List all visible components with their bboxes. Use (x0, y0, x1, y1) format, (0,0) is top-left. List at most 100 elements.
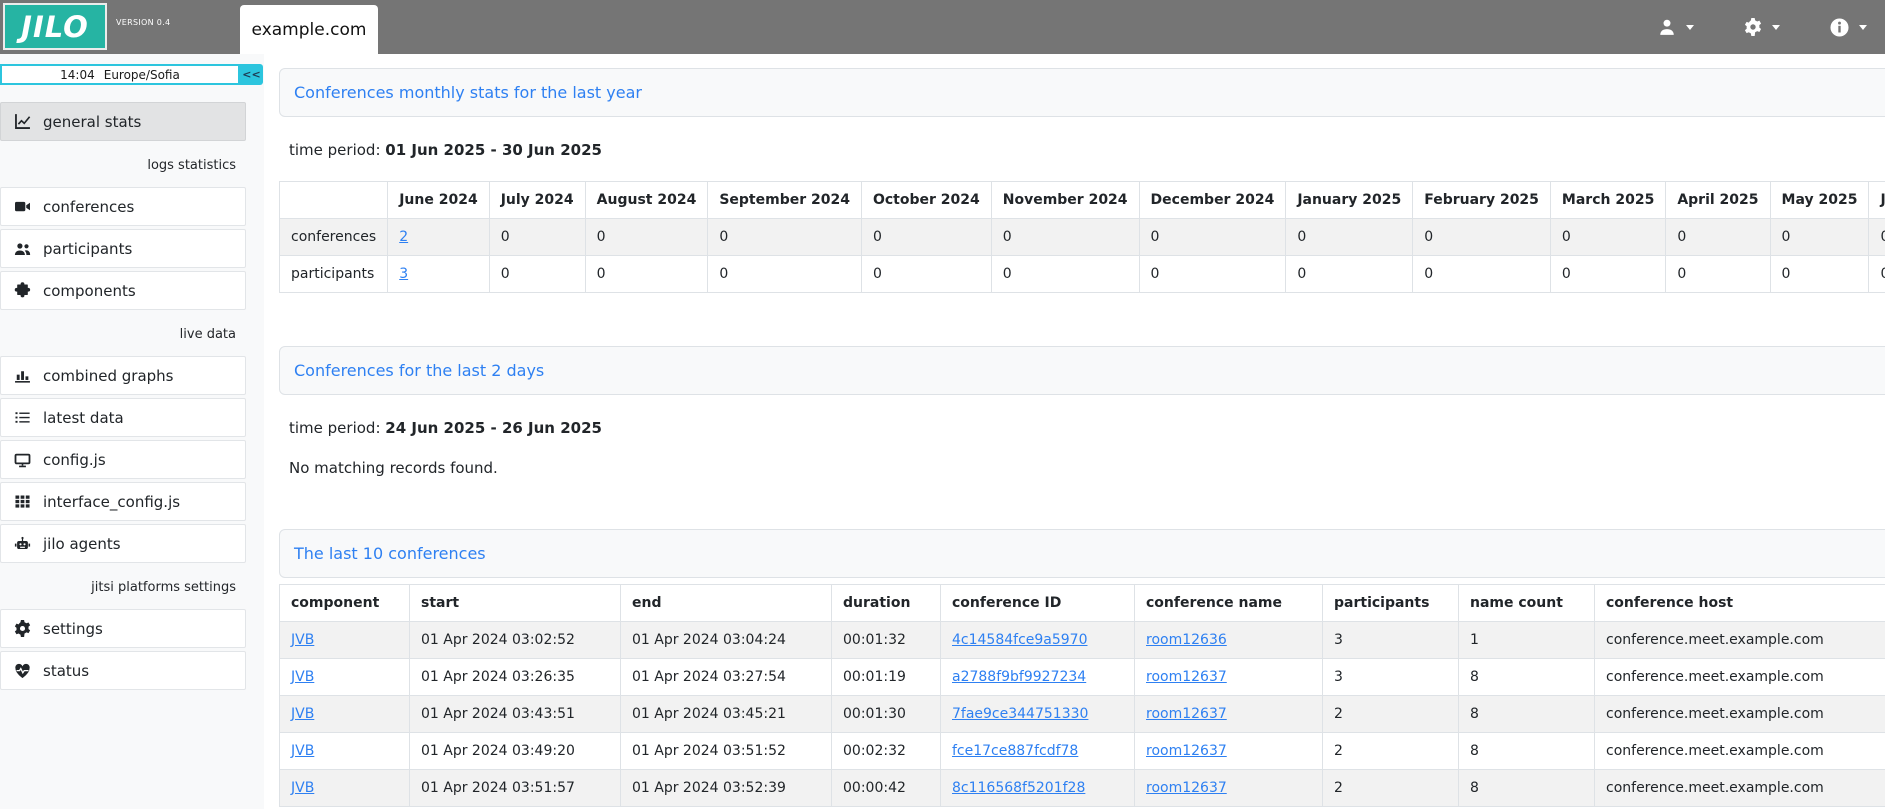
table-cell: 01 Apr 2024 03:02:52 (410, 622, 621, 659)
clock-time: 14:04 (60, 68, 95, 82)
monthly-stats-title[interactable]: Conferences monthly stats for the last y… (294, 83, 642, 102)
table-cell: room12637 (1135, 733, 1323, 770)
table-cell-link[interactable]: room12637 (1146, 743, 1227, 759)
sidebar-section-label: logs statistics (0, 144, 246, 187)
sidebar-item-label: settings (43, 620, 103, 638)
table-cell: 0 (1139, 256, 1286, 293)
table-cell: room12637 (1135, 696, 1323, 733)
sidebar-item-settings[interactable]: settings (0, 609, 246, 648)
table-cell: 01 Apr 2024 03:52:39 (621, 770, 832, 807)
table-cell-link[interactable]: 3 (399, 266, 408, 282)
table-cell-link[interactable]: JVB (291, 780, 314, 796)
table-cell-link[interactable]: 2 (399, 229, 408, 245)
table-cell: 0 (1770, 256, 1869, 293)
table-cell-link[interactable]: fce17ce887fcdf78 (952, 743, 1078, 759)
table-cell-link[interactable]: room12636 (1146, 632, 1227, 648)
table-cell-link[interactable]: JVB (291, 743, 314, 759)
table-cell-link[interactable]: JVB (291, 669, 314, 685)
table-cell-link[interactable]: room12637 (1146, 669, 1227, 685)
sidebar-item-components[interactable]: components (0, 271, 246, 310)
table-cell-link[interactable]: JVB (291, 706, 314, 722)
table-cell: 00:01:19 (832, 659, 941, 696)
sidebar-item-label: combined graphs (43, 367, 173, 385)
table-cell: 0 (1666, 219, 1770, 256)
info-menu[interactable] (1830, 18, 1867, 37)
table-cell: room12637 (1135, 659, 1323, 696)
column-header: name count (1459, 585, 1595, 622)
sidebar-item-participants[interactable]: participants (0, 229, 246, 268)
sidebar-item-jilo-agents[interactable]: jilo agents (0, 524, 246, 563)
table-cell-link[interactable]: JVB (291, 632, 314, 648)
recent-time-period: time period: 24 Jun 2025 - 26 Jun 2025 (289, 419, 1885, 437)
sidebar-item-status[interactable]: status (0, 651, 246, 690)
table-cell: conference.meet.example.com (1595, 733, 1885, 770)
table-header-row: componentstartenddurationconference IDco… (280, 585, 1885, 622)
column-header: January 2025 (1286, 182, 1413, 219)
column-header: end (621, 585, 832, 622)
sidebar-item-config-js[interactable]: config.js (0, 440, 246, 479)
table-cell-link[interactable]: 8c116568f5201f28 (952, 780, 1085, 796)
column-header: May 2025 (1770, 182, 1869, 219)
table-cell: 0 (1139, 219, 1286, 256)
last10-card-header: The last 10 conferences (279, 529, 1885, 578)
column-header: April 2025 (1666, 182, 1770, 219)
platform-tab[interactable]: example.com (240, 5, 378, 54)
sidebar-item-label: components (43, 282, 136, 300)
column-header: conference host (1595, 585, 1885, 622)
table-cell: JVB (280, 696, 410, 733)
grid-icon (14, 493, 31, 510)
table-cell: 2 (388, 219, 489, 256)
sidebar-item-combined-graphs[interactable]: combined graphs (0, 356, 246, 395)
recent-conferences-card-header: Conferences for the last 2 days (279, 346, 1885, 395)
clock-display: 14:04 Europe/Sofia (0, 64, 240, 85)
recent-conferences-title[interactable]: Conferences for the last 2 days (294, 361, 544, 380)
sidebar-item-label: conferences (43, 198, 134, 216)
table-cell: 0 (708, 219, 862, 256)
last10-title[interactable]: The last 10 conferences (294, 544, 486, 563)
sidebar-item-conferences[interactable]: conferences (0, 187, 246, 226)
sidebar-section-label: live data (0, 313, 246, 356)
sidebar-item-interface-config-js[interactable]: interface_config.js (0, 482, 246, 521)
table-cell-link[interactable]: 7fae9ce344751330 (952, 706, 1088, 722)
sidebar-item-general-stats[interactable]: general stats (0, 102, 246, 141)
sidebar-item-latest-data[interactable]: latest data (0, 398, 246, 437)
table-cell: 0 (1286, 219, 1413, 256)
table-cell: conferences (280, 219, 388, 256)
topbar: JILO VERSION 0.4 example.com (0, 0, 1885, 54)
table-cell: 0 (489, 219, 585, 256)
monthly-time-period: time period: 01 Jun 2025 - 30 Jun 2025 (289, 141, 1885, 159)
table-cell: conference.meet.example.com (1595, 659, 1885, 696)
table-cell: 00:01:32 (832, 622, 941, 659)
table-cell: conference.meet.example.com (1595, 696, 1885, 733)
table-cell-link[interactable]: room12637 (1146, 780, 1227, 796)
table-cell-link[interactable]: 4c14584fce9a5970 (952, 632, 1088, 648)
table-row: JVB01 Apr 2024 03:02:5201 Apr 2024 03:04… (280, 622, 1885, 659)
caret-down-icon (1859, 25, 1867, 30)
caret-down-icon (1686, 25, 1694, 30)
heart-pulse-icon (14, 662, 31, 679)
table-cell: JVB (280, 733, 410, 770)
gear-icon (14, 620, 31, 637)
column-header: October 2024 (861, 182, 991, 219)
table-row: JVB01 Apr 2024 03:51:5701 Apr 2024 03:52… (280, 770, 1885, 807)
info-icon (1830, 18, 1849, 37)
table-cell: 0 (708, 256, 862, 293)
column-header: start (410, 585, 621, 622)
table-cell: 7fae9ce344751330 (941, 696, 1135, 733)
table-cell: 0 (1666, 256, 1770, 293)
table-cell: JVB (280, 659, 410, 696)
last10-table: componentstartenddurationconference IDco… (279, 584, 1885, 807)
table-cell-link[interactable]: room12637 (1146, 706, 1227, 722)
monthly-stats-card-header: Conferences monthly stats for the last y… (279, 68, 1885, 117)
column-header: participants (1323, 585, 1459, 622)
table-cell-link[interactable]: a2788f9bf9927234 (952, 669, 1086, 685)
user-menu[interactable] (1658, 18, 1694, 36)
last10-section: The last 10 conferences componentstarten… (279, 529, 1885, 807)
clock-row: 14:04 Europe/Sofia << (0, 64, 263, 85)
table-row: participants3000000000000 (280, 256, 1885, 293)
main-content: Conferences monthly stats for the last y… (279, 54, 1885, 807)
table-cell: 0 (1413, 256, 1551, 293)
settings-menu[interactable] (1744, 18, 1780, 36)
sidebar-collapse-button[interactable]: << (240, 64, 263, 85)
table-cell: 0 (1286, 256, 1413, 293)
